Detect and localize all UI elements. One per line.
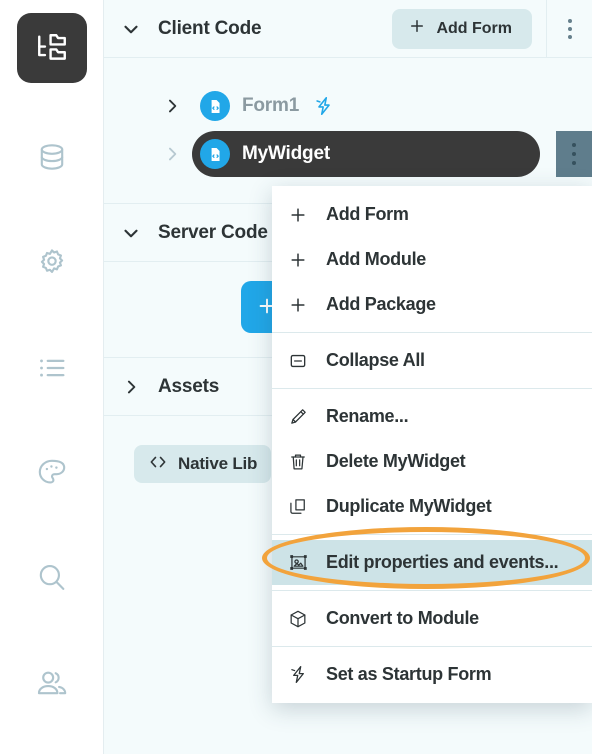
menu-separator xyxy=(272,388,592,389)
database-icon xyxy=(35,141,69,175)
section-header-client-code: Client Code Add Form xyxy=(104,0,592,58)
users-icon xyxy=(35,666,69,700)
chevron-right-icon[interactable] xyxy=(152,96,192,116)
menu-item-label: Edit properties and events... xyxy=(326,552,559,572)
plus-icon xyxy=(288,205,326,225)
duplicate-icon xyxy=(288,497,326,517)
code-brackets-icon xyxy=(148,452,168,477)
list-icon xyxy=(35,351,69,385)
node-label-form1: Form1 xyxy=(242,95,300,116)
menu-item-rename[interactable]: Rename... xyxy=(272,394,592,439)
kebab-icon xyxy=(567,18,572,39)
rail-item-search[interactable] xyxy=(17,543,87,613)
menu-item-label: Delete MyWidget xyxy=(326,451,466,471)
menu-item-label: Add Module xyxy=(326,249,426,269)
menu-item-label: Set as Startup Form xyxy=(326,664,492,684)
section-title-client-code: Client Code xyxy=(158,17,262,39)
rail-item-app-tree[interactable] xyxy=(17,13,87,83)
node-pill-form1[interactable]: Form1 xyxy=(192,83,299,129)
menu-item-label: Rename... xyxy=(326,406,409,426)
plus-icon xyxy=(288,295,326,315)
client-code-kebab-button[interactable] xyxy=(546,0,592,58)
collapse-icon xyxy=(288,351,326,371)
section-title-server-code: Server Code xyxy=(158,221,268,243)
menu-item-label: Duplicate MyWidget xyxy=(326,496,492,516)
chevron-down-icon[interactable] xyxy=(104,222,158,244)
mywidget-kebab-button[interactable] xyxy=(556,131,592,177)
node-pill-mywidget[interactable]: MyWidget xyxy=(192,131,540,177)
menu-item-label: Add Package xyxy=(326,294,436,314)
rail-item-database[interactable] xyxy=(17,123,87,193)
menu-separator xyxy=(272,646,592,647)
menu-item-label: Add Form xyxy=(326,204,409,224)
form-document-icon xyxy=(200,139,230,169)
node-label-mywidget: MyWidget xyxy=(242,143,330,164)
asset-chip-label: Native Lib xyxy=(178,454,258,473)
menu-item-label: Collapse All xyxy=(326,350,425,370)
chevron-right-icon[interactable] xyxy=(152,144,192,164)
section-title-assets: Assets xyxy=(158,375,220,397)
menu-item-convert-to-module[interactable]: Convert to Module xyxy=(272,596,592,641)
menu-separator xyxy=(272,332,592,333)
kebab-icon xyxy=(572,143,576,165)
menu-item-set-as-startup-form[interactable]: Set as Startup Form xyxy=(272,652,592,697)
bolt-icon xyxy=(288,664,326,685)
trash-icon xyxy=(288,452,326,472)
menu-item-add-package[interactable]: Add Package xyxy=(272,282,592,327)
left-icon-rail xyxy=(0,0,104,754)
menu-separator xyxy=(272,534,592,535)
menu-item-delete[interactable]: Delete MyWidget xyxy=(272,439,592,484)
chevron-right-icon[interactable] xyxy=(104,377,158,397)
tree-node-mywidget[interactable]: MyWidget xyxy=(104,131,592,177)
add-form-label: Add Form xyxy=(436,19,512,37)
startup-form-bolt-icon xyxy=(313,95,335,117)
search-icon xyxy=(35,561,69,595)
rail-item-dependencies[interactable] xyxy=(17,333,87,403)
rail-item-settings[interactable] xyxy=(17,228,87,298)
gear-icon xyxy=(35,246,69,280)
menu-separator xyxy=(272,590,592,591)
tree-node-form1[interactable]: Form1 xyxy=(104,83,592,129)
menu-item-add-module[interactable]: Add Module xyxy=(272,237,592,282)
chevron-down-icon[interactable] xyxy=(104,18,158,40)
rail-item-theme[interactable] xyxy=(17,438,87,508)
asset-chip-native-lib[interactable]: Native Lib xyxy=(134,445,272,483)
plus-icon xyxy=(288,250,326,270)
rail-item-users[interactable] xyxy=(17,648,87,718)
context-menu: Add Form Add Module Add Package Collapse… xyxy=(272,186,592,703)
menu-item-collapse-all[interactable]: Collapse All xyxy=(272,338,592,383)
plus-icon xyxy=(408,17,426,40)
menu-item-duplicate[interactable]: Duplicate MyWidget xyxy=(272,484,592,529)
app-tree-icon xyxy=(35,31,69,65)
edit-properties-icon xyxy=(288,552,326,573)
menu-item-add-form[interactable]: Add Form xyxy=(272,192,592,237)
menu-item-label: Convert to Module xyxy=(326,608,479,628)
cube-icon xyxy=(288,609,326,629)
palette-icon xyxy=(35,456,69,490)
form-document-icon xyxy=(200,91,230,121)
pencil-icon xyxy=(288,407,326,427)
add-form-button[interactable]: Add Form xyxy=(392,8,532,49)
app-window: Client Code Add Form Form1 MyWidget Serv… xyxy=(0,0,592,754)
menu-item-edit-properties-and-events[interactable]: Edit properties and events... xyxy=(272,540,592,585)
